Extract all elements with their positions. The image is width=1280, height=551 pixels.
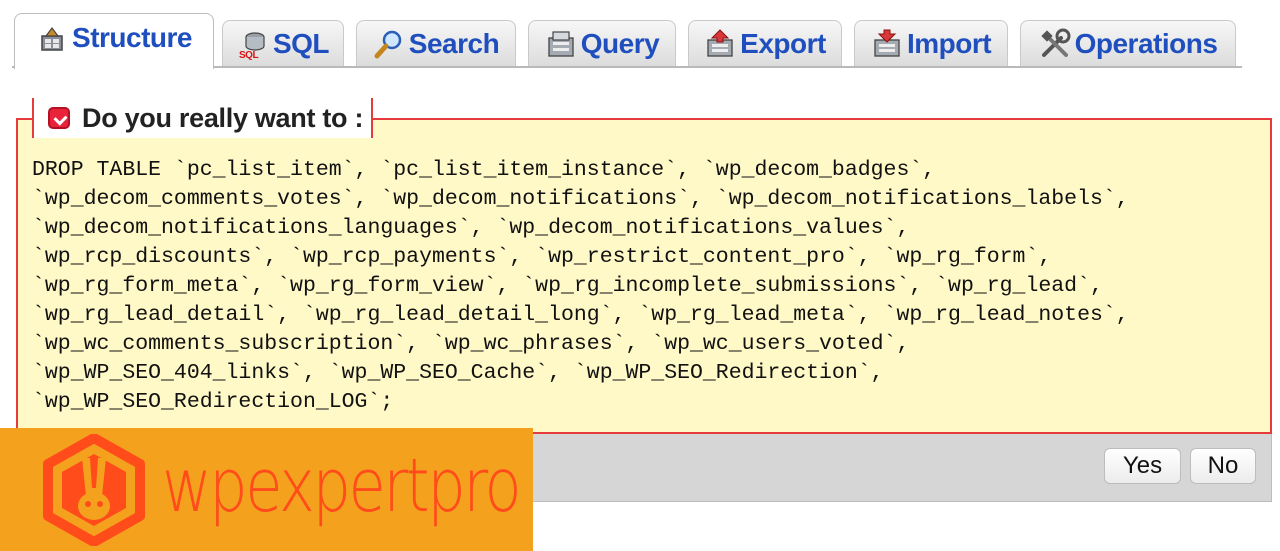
tab-import[interactable]: Import: [854, 20, 1008, 66]
warning-icon: [48, 107, 70, 129]
sql-statement: DROP TABLE `pc_list_item`, `pc_list_item…: [32, 158, 1129, 414]
dialog-title: Do you really want to :: [82, 102, 364, 133]
tab-sql[interactable]: SQL SQL: [222, 20, 344, 66]
tab-label: Operations: [1074, 27, 1218, 59]
search-icon: [373, 28, 405, 60]
operations-icon: [1039, 28, 1071, 60]
watermark-banner: wpexpertpro: [0, 428, 533, 551]
brand-text: wpexpertpro: [162, 443, 522, 529]
rabbit-hexagon-logo: [43, 434, 145, 546]
tab-label: Export: [740, 27, 826, 59]
no-button[interactable]: No: [1190, 448, 1256, 484]
tab-operations[interactable]: Operations: [1020, 20, 1236, 66]
dialog-legend: Do you really want to :: [32, 98, 374, 138]
yes-button[interactable]: Yes: [1104, 448, 1181, 484]
query-icon: [545, 28, 577, 60]
structure-icon: [36, 22, 68, 54]
tab-query[interactable]: Query: [528, 20, 676, 66]
tab-search[interactable]: Search: [356, 20, 516, 66]
tab-label: Import: [906, 27, 992, 59]
tab-bar: Structure SQL SQL Search Query Export Im…: [0, 0, 1280, 72]
tab-label: SQL: [272, 27, 330, 59]
tab-label: Query: [580, 27, 660, 59]
tab-structure[interactable]: Structure: [14, 13, 214, 69]
sql-icon: SQL: [237, 28, 269, 60]
import-icon: [871, 28, 903, 60]
tab-export[interactable]: Export: [688, 20, 842, 66]
svg-text:SQL: SQL: [239, 50, 258, 60]
tab-label: Search: [408, 27, 500, 59]
export-icon: [704, 28, 736, 60]
tab-label: Structure: [72, 22, 192, 53]
